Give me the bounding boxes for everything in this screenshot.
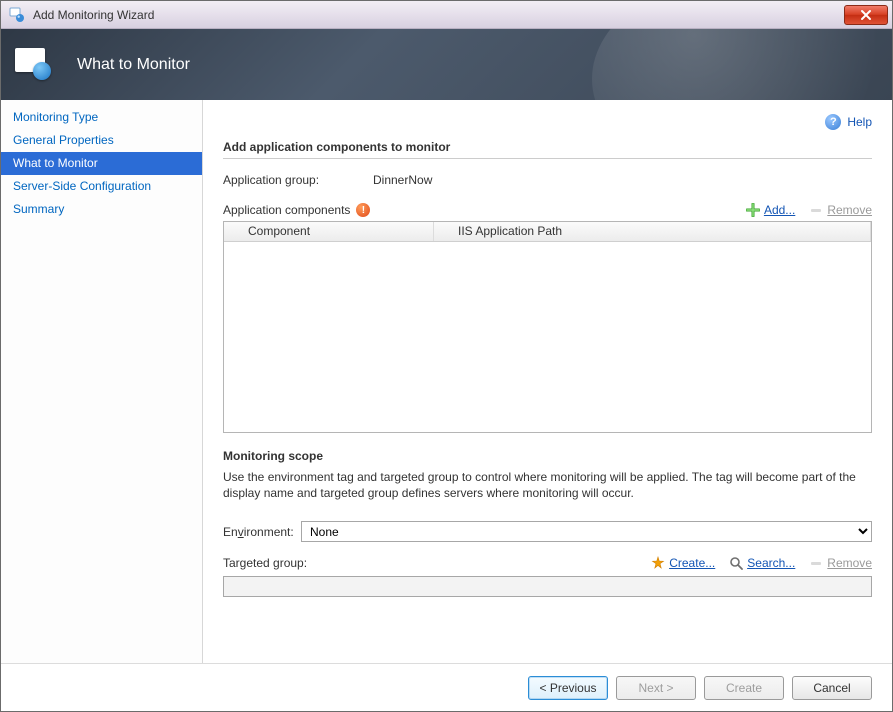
environment-select[interactable]: None <box>301 521 872 542</box>
wizard-banner: What to Monitor <box>1 29 892 100</box>
remove-group-button: Remove <box>809 556 872 570</box>
banner-icon <box>15 48 55 82</box>
monitoring-scope-title: Monitoring scope <box>223 449 872 463</box>
create-button: Create <box>704 676 784 700</box>
section-title: Add application components to monitor <box>223 140 872 159</box>
window-title: Add Monitoring Wizard <box>33 8 154 22</box>
col-component[interactable]: Component <box>224 222 434 241</box>
next-button: Next > <box>616 676 696 700</box>
close-icon <box>860 9 872 21</box>
targeted-group-label: Targeted group: <box>223 556 323 570</box>
wizard-footer: < Previous Next > Create Cancel <box>1 663 892 711</box>
minus-icon <box>809 556 823 570</box>
previous-button[interactable]: < Previous <box>528 676 608 700</box>
table-header: Component IIS Application Path <box>224 222 871 242</box>
add-label-rest: dd... <box>772 203 795 217</box>
help-icon: ? <box>825 114 841 130</box>
search-icon <box>729 556 743 570</box>
add-component-button[interactable]: Add... <box>746 203 795 217</box>
sidebar-item-monitoring-type[interactable]: Monitoring Type <box>1 106 202 129</box>
application-components-label: Application components <box>223 203 350 217</box>
sparkle-icon <box>651 556 665 570</box>
sidebar-item-general-properties[interactable]: General Properties <box>1 129 202 152</box>
monitoring-scope-description: Use the environment tag and targeted gro… <box>223 469 863 501</box>
banner-title: What to Monitor <box>77 56 190 74</box>
wizard-window: Add Monitoring Wizard What to Monitor Mo… <box>0 0 893 712</box>
cancel-button[interactable]: Cancel <box>792 676 872 700</box>
app-group-value: DinnerNow <box>373 173 432 187</box>
remove-component-button: Remove <box>809 203 872 217</box>
title-bar: Add Monitoring Wizard <box>1 1 892 29</box>
sidebar-item-summary[interactable]: Summary <box>1 198 202 221</box>
wizard-main: ? Help Add application components to mon… <box>203 100 892 663</box>
plus-icon <box>746 203 760 217</box>
help-link[interactable]: Help <box>847 115 872 129</box>
sidebar-item-what-to-monitor[interactable]: What to Monitor <box>1 152 202 175</box>
table-body-empty <box>224 242 871 432</box>
targeted-group-input[interactable] <box>223 576 872 597</box>
wizard-body: Monitoring Type General Properties What … <box>1 100 892 663</box>
app-icon <box>7 5 27 25</box>
sidebar-item-server-side-config[interactable]: Server-Side Configuration <box>1 175 202 198</box>
create-group-button[interactable]: Create... <box>651 556 715 570</box>
components-table[interactable]: Component IIS Application Path <box>223 221 872 433</box>
warning-icon: ! <box>356 203 370 217</box>
close-button[interactable] <box>844 5 888 25</box>
app-group-label: Application group: <box>223 173 373 187</box>
col-iis-path[interactable]: IIS Application Path <box>434 222 871 241</box>
environment-label: Environment: <box>223 525 301 539</box>
search-group-button[interactable]: Search... <box>729 556 795 570</box>
minus-icon <box>809 203 823 217</box>
wizard-sidebar: Monitoring Type General Properties What … <box>1 100 203 663</box>
